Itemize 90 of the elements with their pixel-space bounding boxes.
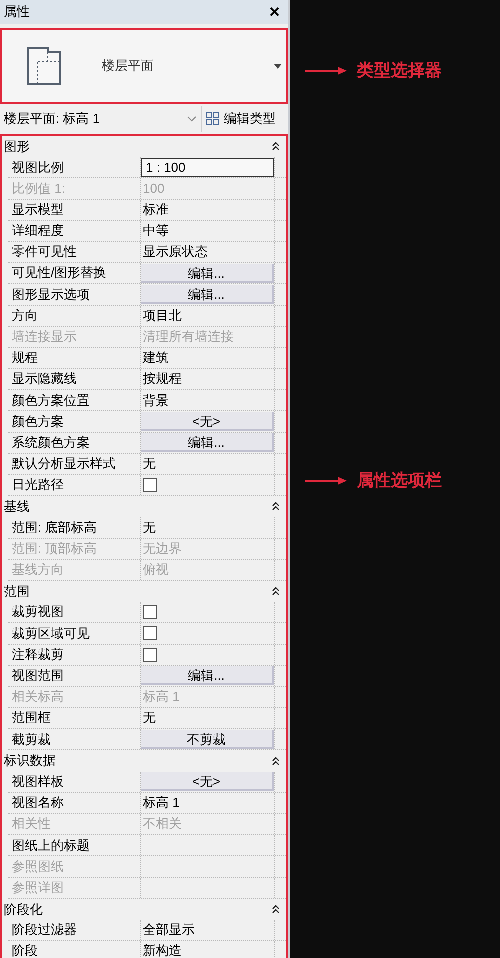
checkbox[interactable] [143, 648, 157, 662]
property-label: 裁剪视图 [11, 603, 65, 622]
property-label: 规程 [11, 349, 39, 368]
property-label: 墙连接显示 [11, 328, 78, 346]
property-value: 建筑 [142, 349, 169, 368]
property-value: 标准 [142, 200, 169, 219]
dropdown-value: 楼层平面: 标高 1 [4, 110, 100, 128]
property-label: 阶段 [11, 942, 39, 958]
section-header[interactable]: 范围 [2, 580, 286, 602]
property-label: 系统颜色方案 [11, 434, 91, 452]
property-value: 无 [142, 455, 156, 474]
property-label: 零件可见性 [11, 243, 78, 262]
dropdown-arrow-icon [274, 64, 282, 68]
edit-button[interactable]: 不剪裁 [141, 730, 274, 749]
collapse-icon [272, 756, 280, 766]
property-label: 图形显示选项 [11, 286, 91, 304]
floor-plan-icon [26, 46, 64, 86]
panel-title: 属性 [4, 3, 30, 22]
property-label: 注释裁剪 [11, 646, 65, 664]
edit-button[interactable]: 编辑... [141, 433, 274, 452]
property-label: 可见性/图形替换 [11, 264, 108, 282]
checkbox[interactable] [143, 605, 157, 620]
section-header[interactable]: 基线 [2, 496, 286, 518]
property-value: 标高 1 [142, 794, 180, 812]
annotation-label: 类型选择器 [357, 60, 442, 82]
edit-button[interactable]: 编辑... [141, 666, 274, 686]
property-value: 标高 1 [142, 688, 180, 706]
collapse-icon [272, 502, 280, 512]
property-label: 显示模型 [11, 200, 65, 219]
property-label: 颜色方案位置 [11, 392, 91, 410]
property-label: 颜色方案 [11, 412, 65, 431]
collapse-icon [272, 587, 280, 596]
scale-field[interactable]: 1 : 100 [141, 158, 274, 177]
property-label: 详细程度 [11, 222, 65, 240]
property-value: 背景 [142, 392, 169, 410]
property-value: 无 [142, 518, 156, 537]
edit-type-button[interactable]: 编辑类型 [202, 106, 276, 132]
property-label: 图纸上的标题 [11, 836, 91, 855]
property-label: 截剪裁 [11, 730, 52, 749]
grid-icon [206, 112, 220, 126]
property-value: 中等 [142, 222, 169, 240]
property-value: 按规程 [142, 370, 182, 388]
property-label: 参照图纸 [11, 858, 65, 876]
section-header[interactable]: 阶段化 [2, 898, 286, 920]
section-header[interactable]: 标识数据 [2, 750, 286, 772]
section-header[interactable]: 图形 [2, 136, 286, 158]
property-value: 无边界 [142, 540, 182, 558]
type-selector[interactable]: 楼层平面 [0, 28, 288, 104]
edit-button[interactable]: <无> [141, 772, 274, 792]
type-name: 楼层平面 [102, 57, 155, 76]
property-value: 显示原状态 [142, 243, 208, 262]
property-label: 视图名称 [11, 794, 65, 812]
close-button[interactable]: × [265, 3, 284, 21]
edit-button[interactable]: 编辑... [141, 284, 274, 304]
chevron-down-icon [187, 116, 197, 122]
property-label: 范围: 顶部标高 [11, 540, 98, 558]
property-label: 参照详图 [11, 878, 65, 897]
property-value: 项目北 [142, 306, 182, 325]
property-label: 范围: 底部标高 [11, 518, 98, 537]
property-value: 清理所有墙连接 [142, 328, 234, 346]
property-label: 视图比例 [11, 158, 65, 177]
property-label: 默认分析显示样式 [11, 455, 117, 474]
property-value: 不相关 [142, 815, 182, 834]
instance-dropdown[interactable]: 楼层平面: 标高 1 [0, 106, 202, 132]
arrow-icon [305, 66, 347, 75]
property-label: 显示隐藏线 [11, 370, 78, 388]
property-label: 基线方向 [11, 561, 65, 580]
checkbox[interactable] [143, 478, 157, 492]
property-value: 新构造 [142, 942, 182, 958]
arrow-icon [305, 476, 347, 485]
property-label: 视图范围 [11, 667, 65, 686]
collapse-icon [272, 904, 280, 914]
property-value: 全部显示 [142, 921, 195, 940]
property-value: 无 [142, 709, 156, 728]
property-label: 阶段过滤器 [11, 921, 78, 940]
property-label: 相关性 [11, 815, 52, 834]
property-label: 日光路径 [11, 476, 65, 494]
property-label: 方向 [11, 306, 39, 325]
edit-button[interactable]: <无> [141, 412, 274, 432]
checkbox[interactable] [143, 626, 157, 640]
property-value: 俯视 [142, 561, 169, 580]
property-label: 裁剪区域可见 [11, 624, 91, 643]
collapse-icon [272, 142, 280, 152]
annotation-label: 属性选项栏 [357, 470, 442, 492]
property-label: 范围框 [11, 709, 52, 728]
property-label: 比例值 1: [11, 180, 66, 198]
edit-button[interactable]: 编辑... [141, 264, 274, 283]
property-label: 相关标高 [11, 688, 65, 706]
property-label: 视图样板 [11, 772, 65, 791]
property-value: 100 [142, 180, 165, 198]
